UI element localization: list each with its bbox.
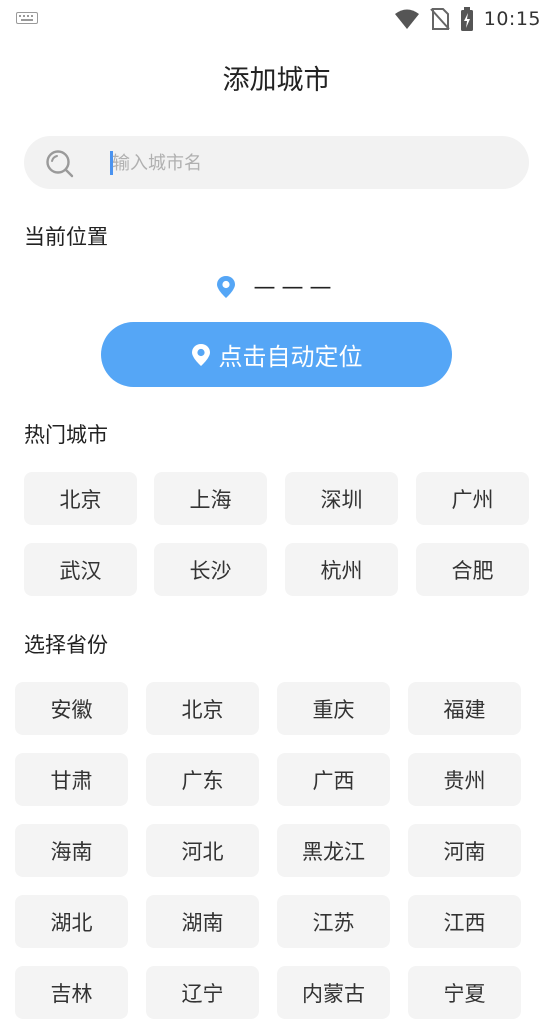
location-pin-icon (191, 343, 210, 366)
auto-locate-label: 点击自动定位 (218, 343, 363, 371)
hot-city-chip[interactable]: 上海 (154, 472, 267, 525)
wifi-icon (394, 9, 419, 29)
hot-city-chip[interactable]: 杭州 (285, 543, 398, 596)
province-chip[interactable]: 湖南 (146, 895, 259, 948)
province-chip[interactable]: 北京 (146, 682, 259, 735)
current-location-label: 当前位置 (24, 225, 108, 249)
hot-city-chip[interactable]: 合肥 (416, 543, 529, 596)
page-title: 添加城市 (222, 65, 331, 96)
battery-charging-icon (460, 7, 473, 31)
province-chip[interactable]: 吉林 (15, 966, 128, 1019)
search-box[interactable] (24, 136, 529, 189)
province-chip[interactable]: 甘肃 (15, 753, 128, 806)
province-chip[interactable]: 安徽 (15, 682, 128, 735)
current-location-value: ——— (253, 274, 338, 300)
current-location: ——— (0, 270, 553, 304)
search-input[interactable] (110, 146, 514, 181)
province-chip[interactable]: 辽宁 (146, 966, 259, 1019)
province-chip[interactable]: 贵州 (408, 753, 521, 806)
province-chip[interactable]: 黑龙江 (277, 824, 390, 877)
province-chip[interactable]: 广西 (277, 753, 390, 806)
no-sim-icon (429, 8, 450, 30)
hot-city-chip[interactable]: 北京 (24, 472, 137, 525)
province-chip[interactable]: 海南 (15, 824, 128, 877)
status-time: 10:15 (483, 8, 541, 30)
search-icon (46, 150, 74, 178)
province-chip[interactable]: 福建 (408, 682, 521, 735)
province-chip[interactable]: 江苏 (277, 895, 390, 948)
keyboard-icon (16, 12, 38, 24)
status-bar: 10:15 (0, 0, 553, 38)
province-chip[interactable]: 河南 (408, 824, 521, 877)
province-chip[interactable]: 江西 (408, 895, 521, 948)
location-pin-icon (216, 276, 235, 298)
province-chip[interactable]: 重庆 (277, 682, 390, 735)
provinces-label: 选择省份 (24, 633, 108, 657)
province-chip[interactable]: 湖北 (15, 895, 128, 948)
province-chip[interactable]: 河北 (146, 824, 259, 877)
hot-city-chip[interactable]: 武汉 (24, 543, 137, 596)
hot-city-chip[interactable]: 长沙 (154, 543, 267, 596)
province-chip[interactable]: 广东 (146, 753, 259, 806)
province-chip[interactable]: 内蒙古 (277, 966, 390, 1019)
auto-locate-button[interactable]: 点击自动定位 (101, 322, 452, 387)
hot-city-chip[interactable]: 广州 (416, 472, 529, 525)
hot-cities-label: 热门城市 (24, 423, 108, 447)
province-chip[interactable]: 宁夏 (408, 966, 521, 1019)
hot-city-chip[interactable]: 深圳 (285, 472, 398, 525)
